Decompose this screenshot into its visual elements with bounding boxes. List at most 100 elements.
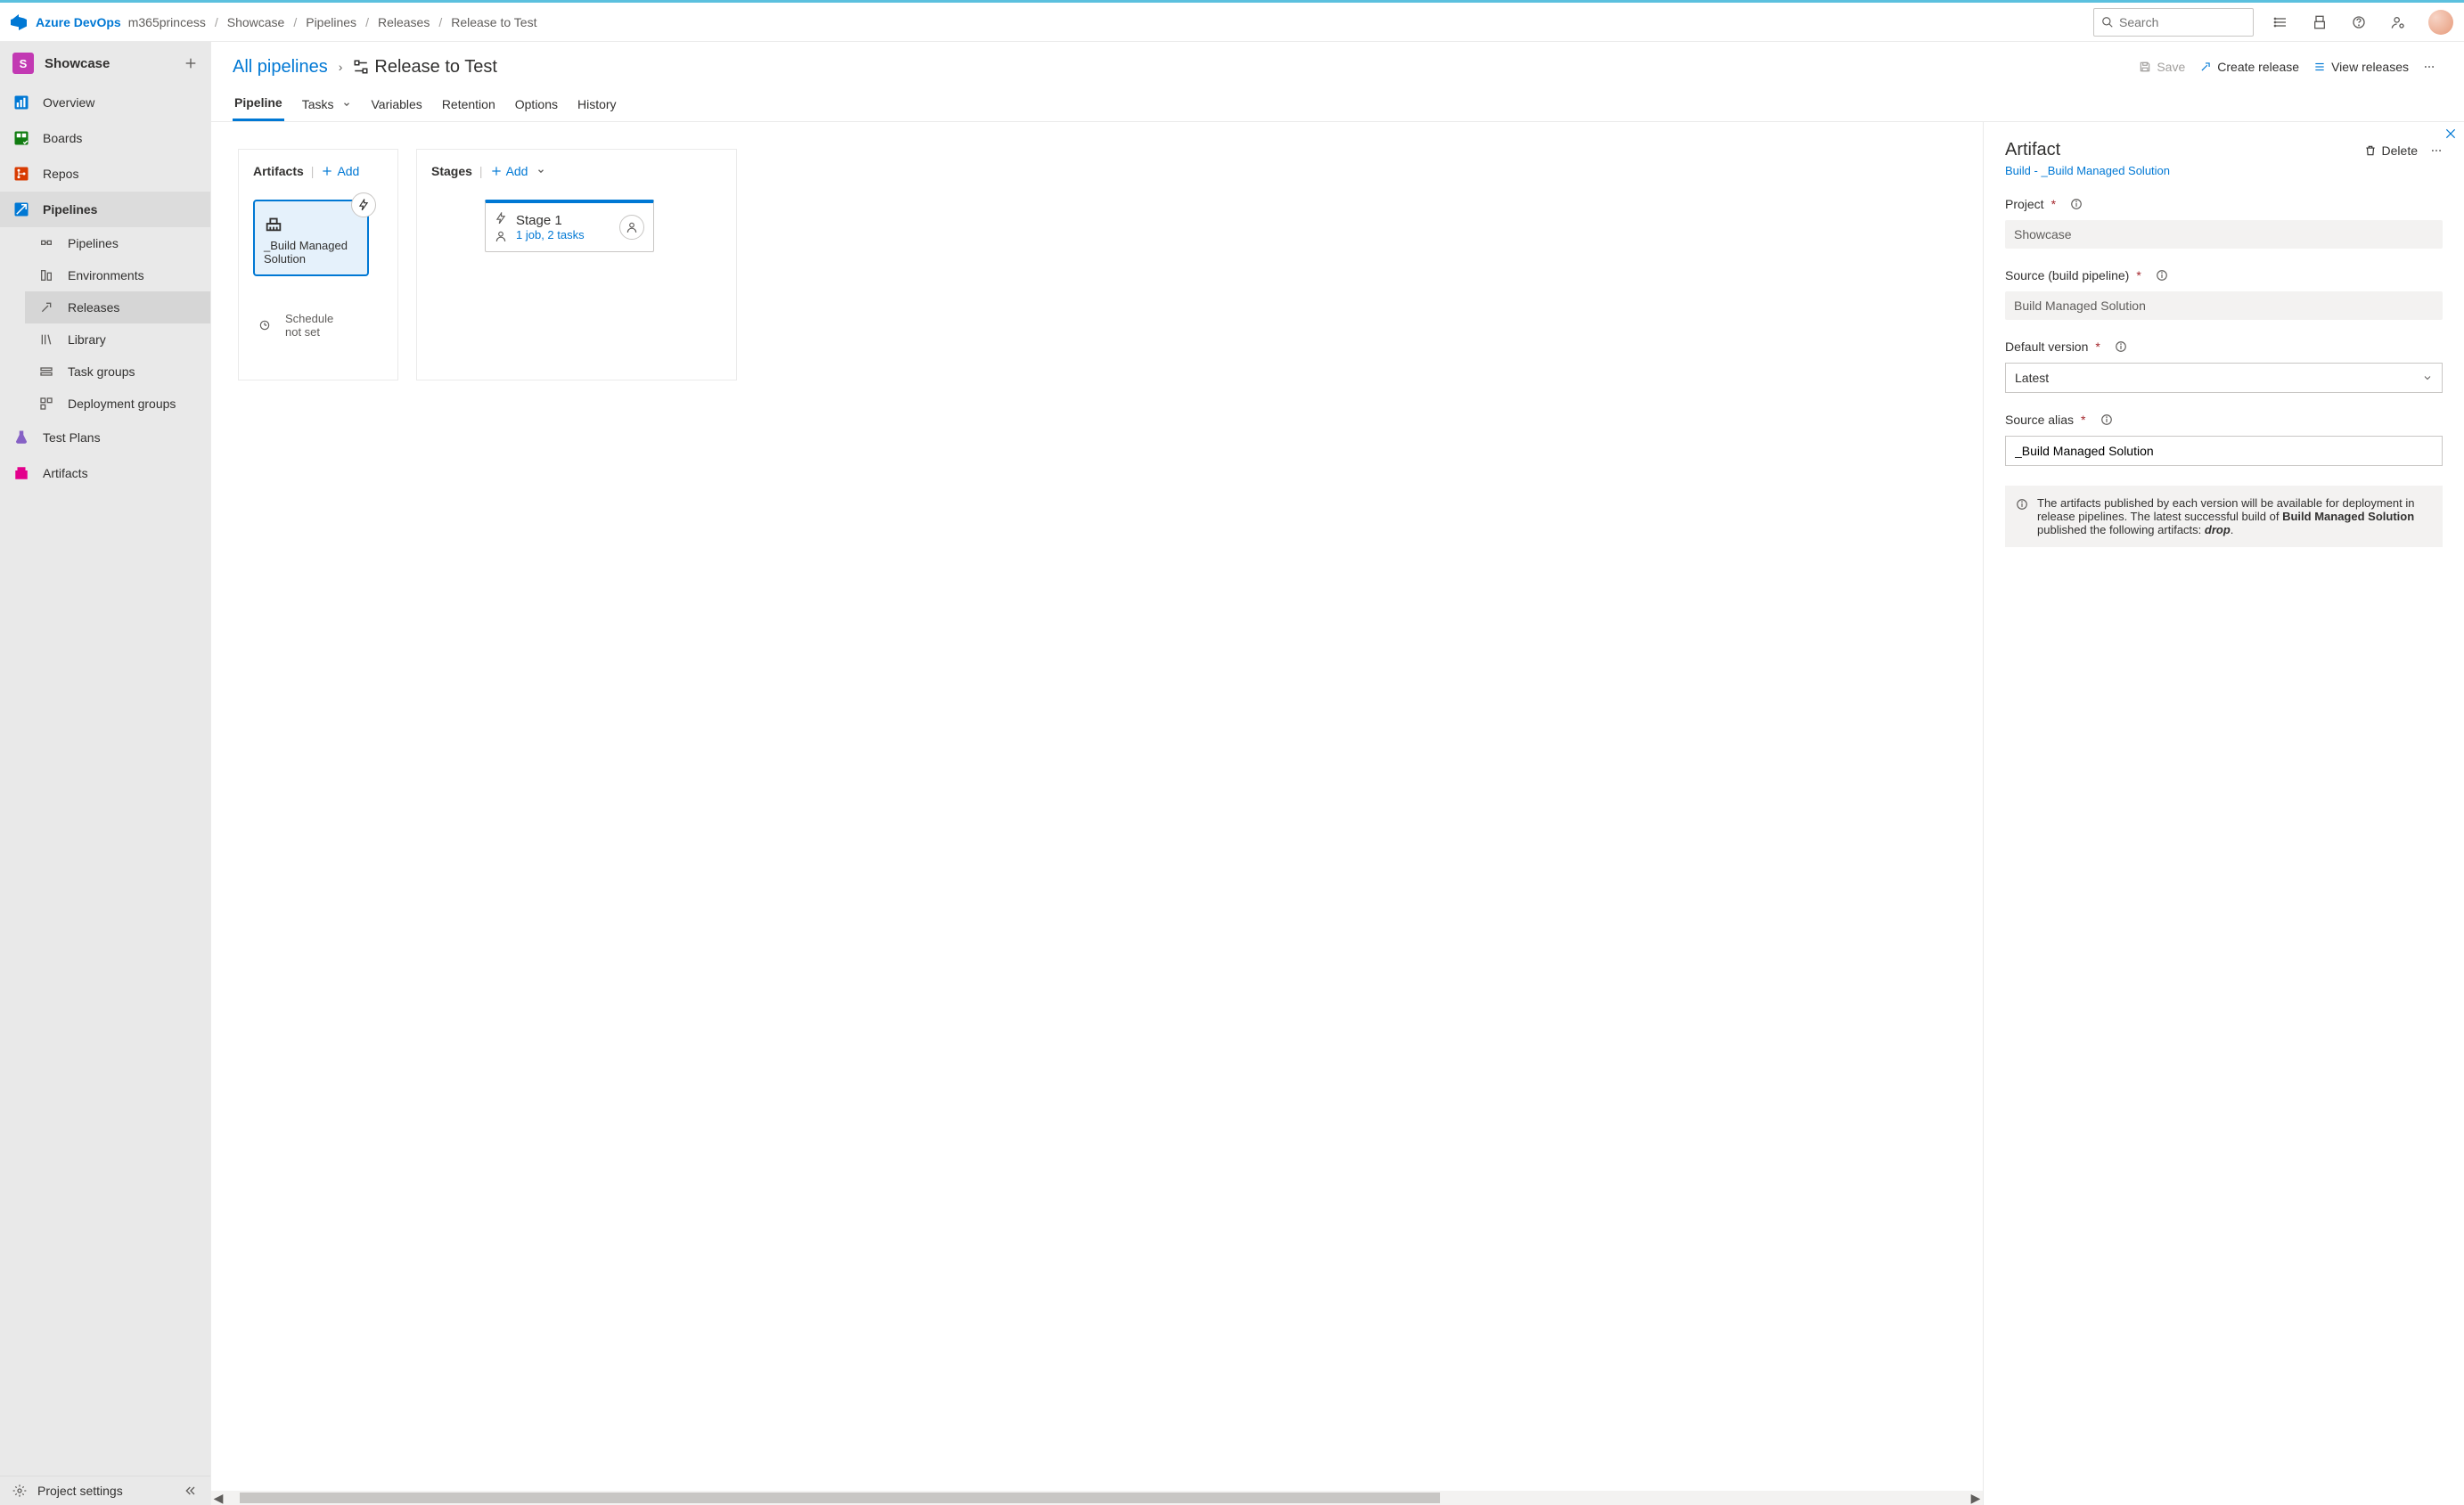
add-project-icon[interactable] bbox=[184, 56, 198, 70]
azure-devops-logo-icon[interactable] bbox=[11, 14, 27, 30]
tabs: Pipeline Tasks Variables Retention Optio… bbox=[211, 79, 2464, 122]
stage-name: Stage 1 bbox=[516, 213, 610, 228]
info-icon[interactable] bbox=[2115, 340, 2127, 353]
collapse-icon[interactable] bbox=[184, 1484, 198, 1498]
stage-jobs-link[interactable]: 1 job, 2 tasks bbox=[516, 228, 610, 241]
stage-post-icon[interactable] bbox=[619, 215, 644, 240]
panel-more-button[interactable] bbox=[2430, 144, 2443, 157]
sidebar-sub-pipelines-item[interactable]: Pipelines bbox=[25, 227, 210, 259]
scroll-thumb[interactable] bbox=[240, 1493, 1440, 1503]
breadcrumb-item[interactable]: Showcase bbox=[227, 15, 285, 29]
info-icon[interactable] bbox=[2070, 198, 2083, 210]
marketplace-icon[interactable] bbox=[2304, 6, 2336, 38]
sidebar-nav: Overview Boards Repos Pipelines Pipeline… bbox=[0, 85, 210, 1476]
project-badge: S bbox=[12, 53, 34, 74]
schedule-label: Schedule bbox=[285, 312, 333, 325]
sidebar-item-label: Pipelines bbox=[43, 202, 97, 217]
save-label: Save bbox=[2157, 60, 2185, 74]
boards-icon bbox=[12, 129, 30, 147]
breadcrumb-item[interactable]: Releases bbox=[378, 15, 430, 29]
help-icon[interactable] bbox=[2343, 6, 2375, 38]
sidebar-project-header[interactable]: S Showcase bbox=[0, 42, 210, 85]
create-release-button[interactable]: Create release bbox=[2192, 54, 2306, 79]
sidebar-item-boards[interactable]: Boards bbox=[0, 120, 210, 156]
artifact-card[interactable]: _Build Managed Solution bbox=[253, 200, 369, 276]
user-settings-icon[interactable] bbox=[2382, 6, 2414, 38]
work-items-icon[interactable] bbox=[2264, 6, 2296, 38]
breadcrumb-sep: / bbox=[438, 15, 442, 29]
pipeline-canvas: Artifacts | Add _Build Managed Solution bbox=[211, 122, 1983, 1505]
page-title: Release to Test bbox=[374, 57, 497, 78]
tab-variables[interactable]: Variables bbox=[369, 90, 423, 121]
sidebar-item-overview[interactable]: Overview bbox=[0, 85, 210, 120]
create-label: Create release bbox=[2217, 60, 2299, 74]
all-pipelines-link[interactable]: All pipelines bbox=[233, 57, 328, 78]
scroll-right-icon[interactable]: ▶ bbox=[1969, 1491, 1983, 1505]
sidebar-sub-label: Pipelines bbox=[68, 236, 119, 250]
sidebar-item-pipelines[interactable]: Pipelines bbox=[0, 192, 210, 227]
tab-retention[interactable]: Retention bbox=[440, 90, 497, 121]
close-panel-button[interactable] bbox=[2444, 127, 2457, 140]
brand-label[interactable]: Azure DevOps bbox=[36, 15, 121, 29]
sidebar-footer[interactable]: Project settings bbox=[0, 1476, 210, 1505]
artifacts-title: Artifacts bbox=[253, 164, 304, 178]
add-artifact-button[interactable]: Add bbox=[321, 164, 359, 178]
repos-icon bbox=[12, 165, 30, 183]
tab-pipeline[interactable]: Pipeline bbox=[233, 90, 284, 121]
stage-card[interactable]: Stage 1 1 job, 2 tasks bbox=[485, 200, 654, 252]
stages-title: Stages bbox=[431, 164, 472, 178]
more-button[interactable] bbox=[2416, 55, 2443, 78]
breadcrumb: m365princess / Showcase / Pipelines / Re… bbox=[128, 15, 537, 29]
rocket-icon bbox=[2199, 61, 2212, 73]
chevron-down-icon bbox=[342, 100, 351, 109]
tab-options[interactable]: Options bbox=[513, 90, 560, 121]
h-scrollbar[interactable]: ◀ ▶ bbox=[211, 1491, 1983, 1505]
search-icon bbox=[2101, 16, 2114, 29]
tab-label: History bbox=[577, 97, 617, 111]
add-stage-button[interactable]: Add bbox=[490, 164, 546, 178]
tab-tasks[interactable]: Tasks bbox=[300, 90, 354, 121]
testplans-icon bbox=[12, 429, 30, 446]
version-select[interactable]: Latest bbox=[2005, 363, 2443, 393]
add-label: Add bbox=[506, 164, 528, 178]
overview-icon bbox=[12, 94, 30, 111]
sidebar-sub-taskgroups[interactable]: Task groups bbox=[25, 356, 210, 388]
search-box[interactable] bbox=[2093, 8, 2254, 37]
sidebar-sub-label: Task groups bbox=[68, 364, 135, 379]
info-icon[interactable] bbox=[2156, 269, 2168, 282]
sidebar-sub-environments[interactable]: Environments bbox=[25, 259, 210, 291]
delete-button[interactable]: Delete bbox=[2364, 143, 2418, 158]
project-label: Project bbox=[2005, 197, 2044, 211]
alias-input-wrap[interactable] bbox=[2005, 436, 2443, 466]
schedule-row[interactable]: Schedule not set bbox=[253, 312, 383, 339]
trigger-icon[interactable] bbox=[351, 192, 376, 217]
breadcrumb-sep: / bbox=[365, 15, 369, 29]
view-releases-button[interactable]: View releases bbox=[2306, 54, 2416, 79]
sidebar-sub-pipelines: Pipelines Environments Releases Library … bbox=[0, 227, 210, 420]
search-input[interactable] bbox=[2119, 15, 2280, 29]
sidebar-sub-library[interactable]: Library bbox=[25, 323, 210, 356]
sidebar-sub-releases[interactable]: Releases bbox=[25, 291, 210, 323]
user-avatar[interactable] bbox=[2428, 10, 2453, 35]
scroll-left-icon[interactable]: ◀ bbox=[211, 1491, 225, 1505]
sidebar-sub-label: Deployment groups bbox=[68, 397, 176, 411]
sidebar-item-repos[interactable]: Repos bbox=[0, 156, 210, 192]
breadcrumb-item[interactable]: Pipelines bbox=[306, 15, 356, 29]
tab-history[interactable]: History bbox=[576, 90, 618, 121]
alias-input[interactable] bbox=[2015, 444, 2433, 458]
add-label: Add bbox=[337, 164, 359, 178]
sidebar-item-label: Overview bbox=[43, 95, 94, 110]
breadcrumb-sep: / bbox=[215, 15, 218, 29]
sidebar-sub-label: Library bbox=[68, 332, 106, 347]
sidebar-item-label: Test Plans bbox=[43, 430, 101, 445]
sidebar-sub-deploymentgroups[interactable]: Deployment groups bbox=[25, 388, 210, 420]
sidebar-item-testplans[interactable]: Test Plans bbox=[0, 420, 210, 455]
tab-label: Options bbox=[515, 97, 558, 111]
info-icon[interactable] bbox=[2100, 413, 2113, 426]
source-label: Source (build pipeline) bbox=[2005, 268, 2129, 282]
breadcrumb-item[interactable]: Release to Test bbox=[451, 15, 536, 29]
breadcrumb-item[interactable]: m365princess bbox=[128, 15, 206, 29]
stage-pre-icons[interactable] bbox=[495, 212, 507, 242]
panel-subtitle[interactable]: Build - _Build Managed Solution bbox=[2005, 164, 2443, 177]
sidebar-item-artifacts[interactable]: Artifacts bbox=[0, 455, 210, 491]
